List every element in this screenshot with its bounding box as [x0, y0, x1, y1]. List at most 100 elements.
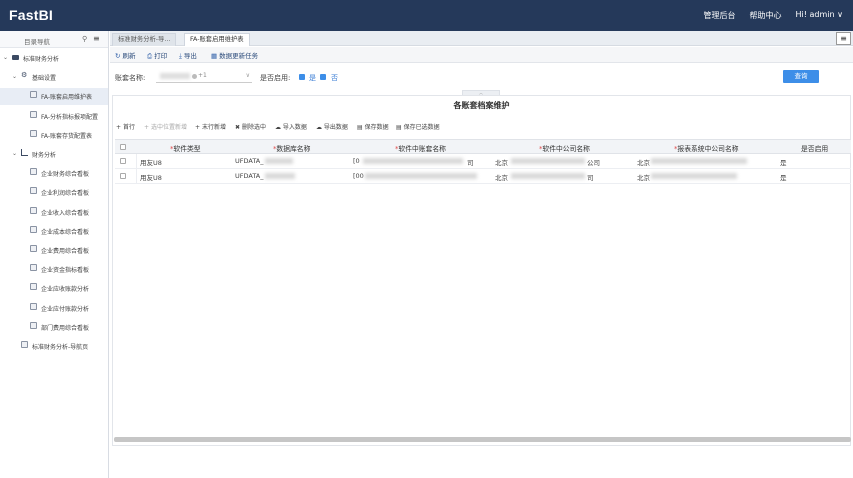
document-icon	[30, 110, 37, 118]
nav-help[interactable]: 帮助中心	[750, 10, 782, 21]
sidebar-item[interactable]: 企业资金指标看板	[0, 261, 108, 278]
enabled-no-checkbox[interactable]	[320, 74, 326, 80]
refresh-icon: ↻	[115, 52, 121, 60]
sidebar-item[interactable]: ⌄ ⚙ 基础设置	[0, 69, 108, 86]
sidebar-item[interactable]: 企业成本综合看板	[0, 223, 108, 240]
cell-software[interactable]: 用友U8	[140, 172, 162, 182]
document-icon	[30, 168, 37, 176]
tab-list-icon[interactable]: ≡	[836, 32, 851, 45]
sidebar-item[interactable]: 企业费用综合看板	[0, 242, 108, 259]
refresh-button[interactable]: ↻ 刷新	[115, 50, 135, 60]
cell-enabled[interactable]: 是	[780, 157, 787, 167]
document-icon	[30, 302, 37, 310]
cell-software[interactable]: 用友U8	[140, 157, 162, 167]
filter-bar: 账套名称: +1 ∨ 是否启用: 是 否 查询	[110, 64, 853, 90]
blurred-cell	[651, 173, 737, 179]
print-button[interactable]: ⎙ 打印	[147, 50, 167, 61]
blurred-cell	[511, 158, 585, 164]
tab-account-maintenance[interactable]: FA-账套启用维护表	[184, 33, 250, 46]
sidebar-title: 目录导航	[24, 38, 50, 46]
update-task-button[interactable]: ▦ 数据更新任务	[211, 50, 258, 60]
append-row-button[interactable]: + 末行新增	[195, 122, 226, 131]
cell-enabled[interactable]: 是	[780, 172, 787, 182]
sidebar-header: 目录导航 ⚲ ≡	[0, 31, 108, 48]
save-selected-button[interactable]: ▤ 保存已选数据	[396, 122, 440, 131]
nav-admin[interactable]: 管理后台	[704, 10, 736, 21]
sidebar-item[interactable]: 部门费用综合看板	[0, 319, 108, 336]
row-checkbox[interactable]	[120, 173, 126, 179]
table-row[interactable]: 用友U8 UFDATA_ [0 司 北京 公司 北京 是	[115, 154, 851, 169]
save-data-button[interactable]: ▤ 保存数据	[357, 122, 389, 131]
collapse-menu-icon[interactable]: ≡	[93, 34, 100, 43]
user-greeting: Hi!	[795, 10, 807, 19]
chevron-down-icon[interactable]: ⌄	[12, 73, 17, 80]
user-menu[interactable]: Hi! admin ∨	[796, 10, 843, 21]
sidebar-item[interactable]: ⌄ 财务分析	[0, 146, 108, 163]
sidebar-item-label: 企业财务综合看板	[41, 171, 90, 179]
sidebar-item[interactable]: 企业利润综合看板	[0, 184, 108, 201]
sidebar-item[interactable]: 企业应收账款分析	[0, 280, 108, 297]
sidebar-item-label: 企业利润综合看板	[41, 190, 90, 198]
document-icon	[30, 245, 37, 252]
sidebar-item[interactable]: 企业收入综合看板	[0, 204, 108, 221]
column-divider	[136, 154, 137, 169]
gear-icon: ⚙	[21, 71, 28, 80]
column-company-name[interactable]: *软件中公司名称	[539, 143, 590, 153]
tab-nav-page[interactable]: 标准财务分析-导...	[112, 33, 177, 46]
sidebar-item[interactable]: ⌄ 标准财务分析	[0, 50, 108, 67]
update-task-icon: ▦	[211, 52, 218, 60]
import-data-button[interactable]: ☁ 导入数据	[275, 122, 307, 131]
clear-icon[interactable]	[192, 74, 197, 79]
export-button[interactable]: ⤓ 导出	[179, 50, 197, 61]
cell-report-company[interactable]: 北京	[637, 172, 650, 182]
cell-company-name[interactable]: 北京	[495, 172, 508, 182]
cell-database[interactable]: UFDATA_	[235, 172, 264, 180]
folder-icon	[12, 55, 19, 60]
column-software-type[interactable]: *软件类型	[170, 143, 201, 153]
column-database-name[interactable]: *数据库名称	[273, 143, 310, 153]
insert-first-button[interactable]: + 首行	[116, 122, 135, 131]
enabled-yes-label: 是	[309, 74, 316, 82]
export-data-button[interactable]: ☁ 导出数据	[316, 122, 348, 131]
top-nav: 管理后台 帮助中心 Hi! admin ∨	[704, 10, 843, 21]
delete-selected-button[interactable]: ✖ 删除选中	[235, 122, 266, 131]
document-icon	[30, 187, 37, 195]
tab-bar: 标准财务分析-导... FA-账套启用维护表 ≡	[110, 31, 853, 46]
enabled-yes-checkbox[interactable]	[299, 74, 305, 80]
sidebar-item[interactable]: FA-账套存货配置表	[0, 127, 108, 144]
blurred-cell	[265, 173, 295, 179]
sidebar-item-label: 企业资金指标看板	[41, 267, 90, 275]
query-button[interactable]: 查询	[783, 70, 819, 83]
sidebar-item-label: 企业费用综合看板	[41, 248, 90, 255]
panel-title: 各账套档案维护	[453, 101, 510, 110]
column-book-name[interactable]: *软件中账套名称	[395, 143, 446, 153]
insert-at-selection-button[interactable]: + 选中位置新增	[144, 122, 187, 131]
cell-company-name-tail: 司	[587, 174, 594, 182]
chevron-down-icon[interactable]: ⌄	[12, 150, 17, 157]
row-checkbox[interactable]	[120, 158, 126, 164]
account-select[interactable]: +1 ∨	[156, 70, 252, 83]
sidebar-item[interactable]: FA-分析指标报项配置	[0, 108, 108, 125]
search-icon[interactable]: ⚲	[82, 35, 87, 43]
top-bar: FastBI 管理后台 帮助中心 Hi! admin ∨	[0, 0, 853, 31]
app-logo[interactable]: FastBI	[9, 7, 53, 23]
select-all-checkbox[interactable]	[120, 144, 126, 150]
cell-database[interactable]: UFDATA_	[235, 157, 264, 165]
sidebar-item[interactable]: 企业应付账款分析	[0, 300, 108, 317]
cell-book-name[interactable]: [0	[353, 157, 360, 165]
table-row[interactable]: 用友U8 UFDATA_ [00 北京 司 北京 是	[115, 169, 851, 184]
cell-book-name[interactable]: [00	[353, 172, 364, 180]
chevron-down-icon[interactable]: ⌄	[3, 54, 8, 61]
sidebar-item[interactable]: 企业财务综合看板	[0, 165, 108, 182]
sidebar-item-label: 企业收入综合看板	[41, 209, 90, 217]
cell-company-name[interactable]: 北京	[495, 157, 508, 167]
cell-book-name-tail: 司	[467, 159, 474, 167]
horizontal-scrollbar[interactable]	[114, 437, 851, 442]
sidebar-item[interactable]: FA-账套启用维护表	[0, 88, 108, 106]
column-report-company-name[interactable]: *报表系统中公司名称	[674, 143, 739, 153]
column-enabled[interactable]: 是否启用	[801, 143, 828, 153]
cell-company-name-tail: 公司	[587, 159, 600, 167]
cell-report-company[interactable]: 北京	[637, 157, 650, 167]
sidebar-item-label: 企业成本综合看板	[41, 228, 90, 236]
sidebar-item[interactable]: 标准财务分析-导航页	[0, 338, 108, 355]
